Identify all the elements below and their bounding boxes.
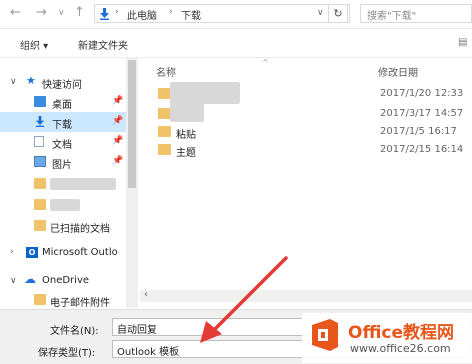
column-header-name[interactable]: 名称 bbox=[156, 64, 176, 79]
folder-icon bbox=[34, 199, 46, 210]
sidebar-item-email-attachments[interactable]: 电子邮件附件 bbox=[0, 290, 126, 310]
toolbar: 组织 ▾ 新建文件夹 ▤ bbox=[0, 29, 472, 58]
picture-icon bbox=[34, 156, 46, 167]
sidebar-item-pictures[interactable]: 图片 📌 bbox=[0, 152, 126, 172]
sidebar-item-scanned-documents[interactable]: 已扫描的文档 bbox=[0, 216, 126, 236]
breadcrumb-separator-icon: › bbox=[169, 7, 173, 17]
address-row: ← → ∨ ↑ › 此电脑 › 下载 ∨ ↻ 搜索"下载" bbox=[0, 0, 472, 29]
recent-dropdown-icon[interactable]: ∨ bbox=[58, 8, 65, 18]
sidebar-item-label: 快速访问 bbox=[42, 80, 82, 91]
watermark-url: www.office26.com bbox=[350, 342, 451, 355]
office-logo-icon bbox=[312, 319, 338, 351]
redacted-name bbox=[170, 82, 240, 104]
pin-icon: 📌 bbox=[112, 96, 124, 106]
scrollbar-thumb[interactable] bbox=[128, 60, 136, 188]
savetype-value: Outlook 模板 bbox=[117, 347, 180, 358]
breadcrumb-downloads[interactable]: 下载 bbox=[181, 7, 201, 22]
row-date: 2017/3/17 14:57 bbox=[380, 108, 464, 119]
breadcrumb-separator-icon: › bbox=[115, 7, 119, 17]
star-icon: ★ bbox=[26, 74, 36, 87]
column-header-modified[interactable]: 修改日期 bbox=[378, 64, 418, 79]
sidebar-item-outlook[interactable]: › O Microsoft Outlo bbox=[0, 243, 126, 263]
sidebar-item-onedrive[interactable]: ∨ ☁ OneDrive bbox=[0, 271, 126, 291]
sidebar-item-label: 已扫描的文档 bbox=[50, 224, 110, 235]
desktop-icon bbox=[34, 96, 46, 107]
outlook-icon: O bbox=[26, 247, 38, 258]
chevron-down-icon[interactable]: ∨ bbox=[10, 276, 17, 286]
folder-icon bbox=[158, 126, 171, 137]
watermark-title: Office教程网 bbox=[348, 323, 455, 343]
filename-value: 自动回复 bbox=[117, 325, 157, 336]
file-list: ^ 名称 修改日期 2017/1/20 12:33 2017/3/17 14:5… bbox=[140, 58, 472, 298]
cloud-icon: ☁ bbox=[24, 272, 36, 286]
chevron-right-icon[interactable]: › bbox=[10, 247, 14, 257]
pin-icon: 📌 bbox=[112, 136, 124, 146]
forward-arrow-icon[interactable]: → bbox=[36, 5, 47, 20]
sidebar-item-label: 图片 bbox=[52, 160, 72, 171]
table-row[interactable]: 2017/1/20 12:33 bbox=[140, 82, 472, 104]
pin-icon: 📌 bbox=[112, 156, 124, 166]
sidebar-scrollbar[interactable] bbox=[126, 58, 138, 308]
row-name: 主题 bbox=[176, 148, 196, 159]
redacted-label bbox=[50, 199, 80, 211]
breadcrumb-this-pc[interactable]: 此电脑 bbox=[127, 7, 157, 22]
chevron-down-icon[interactable]: ∨ bbox=[10, 77, 17, 87]
organize-button[interactable]: 组织 ▾ bbox=[20, 37, 48, 52]
sidebar-item-label: 下载 bbox=[52, 120, 72, 131]
redacted-name bbox=[170, 102, 204, 122]
savetype-label: 保存类型(T): bbox=[38, 348, 96, 359]
search-input[interactable]: 搜索"下载" bbox=[360, 4, 472, 23]
sort-indicator-icon: ^ bbox=[262, 58, 269, 67]
folder-icon bbox=[34, 294, 46, 305]
download-folder-icon bbox=[100, 8, 109, 20]
sidebar-item-quick-access[interactable]: ∨ ★ 快速访问 bbox=[0, 72, 126, 92]
up-arrow-icon[interactable]: ↑ bbox=[74, 5, 85, 20]
table-row[interactable]: 主题 2017/2/15 16:14 bbox=[140, 140, 472, 160]
sidebar-item-label: 电子邮件附件 bbox=[50, 298, 110, 309]
folder-icon bbox=[34, 178, 46, 189]
new-folder-button[interactable]: 新建文件夹 bbox=[78, 37, 128, 52]
sidebar-item-downloads[interactable]: 下载 📌 bbox=[0, 112, 126, 132]
row-date: 2017/1/5 16:17 bbox=[380, 126, 457, 137]
navigation-pane: ∨ ★ 快速访问 桌面 📌 下载 📌 文档 📌 图片 📌 已扫描的文档 › O … bbox=[0, 58, 138, 310]
sidebar-item-blurred-folder[interactable] bbox=[0, 174, 126, 194]
download-icon bbox=[35, 116, 45, 127]
back-arrow-icon[interactable]: ← bbox=[10, 5, 21, 20]
row-date: 2017/2/15 16:14 bbox=[380, 144, 464, 155]
sidebar-item-label: 文档 bbox=[52, 140, 72, 151]
sidebar-item-label: Microsoft Outlo bbox=[42, 247, 118, 258]
address-bar[interactable]: › 此电脑 › 下载 ∨ bbox=[94, 4, 350, 23]
sidebar-item-desktop[interactable]: 桌面 📌 bbox=[0, 92, 126, 112]
document-icon bbox=[34, 136, 44, 147]
redacted-label bbox=[50, 178, 116, 190]
refresh-icon[interactable]: ↻ bbox=[328, 4, 348, 23]
view-options-icon[interactable]: ▤ bbox=[458, 37, 467, 48]
folder-icon bbox=[34, 220, 46, 231]
search-placeholder: 搜索"下载" bbox=[367, 11, 417, 22]
horizontal-scrollbar[interactable]: ‹ bbox=[140, 289, 472, 302]
sidebar-item-documents[interactable]: 文档 📌 bbox=[0, 132, 126, 152]
sidebar-item-blurred-folder[interactable] bbox=[0, 195, 126, 215]
scroll-left-icon[interactable]: ‹ bbox=[144, 289, 148, 300]
folder-icon bbox=[158, 144, 171, 155]
pin-icon: 📌 bbox=[112, 116, 124, 126]
row-name: 粘贴 bbox=[176, 130, 196, 141]
address-dropdown-icon[interactable]: ∨ bbox=[317, 8, 324, 18]
filename-label: 文件名(N): bbox=[50, 326, 99, 337]
watermark: Office教程网 www.office26.com bbox=[302, 313, 472, 363]
sidebar-item-label: 桌面 bbox=[52, 100, 72, 111]
sidebar-item-label: OneDrive bbox=[42, 275, 90, 286]
row-date: 2017/1/20 12:33 bbox=[380, 88, 464, 99]
table-row[interactable]: 2017/3/17 14:57 bbox=[140, 102, 472, 124]
table-row[interactable]: 粘贴 2017/1/5 16:17 bbox=[140, 122, 472, 142]
